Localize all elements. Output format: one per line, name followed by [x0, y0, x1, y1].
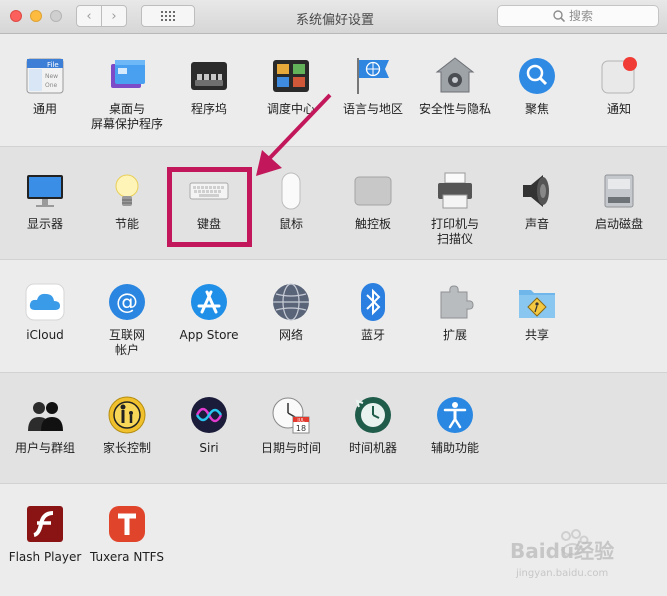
system-preferences-window: ‹ › 系统偏好设置 搜索 File New One 通用 桌面与 屏幕保护程序… — [0, 0, 667, 596]
svg-text:Baidu经验: Baidu经验 — [510, 539, 614, 563]
svg-text:jingyan.baidu.com: jingyan.baidu.com — [515, 568, 608, 579]
baidu-watermark: Baidu经验 jingyan.baidu.com — [508, 526, 658, 586]
annotation-arrow-icon — [256, 93, 332, 176]
